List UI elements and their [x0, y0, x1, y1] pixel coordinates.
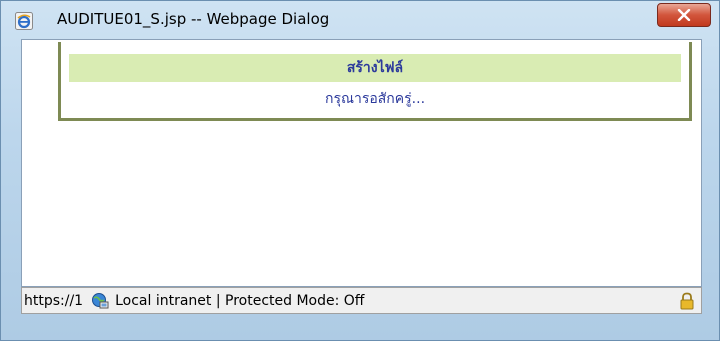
message-body: กรุณารอสักครู่... — [324, 91, 426, 107]
lock-icon[interactable] — [679, 292, 695, 310]
window-title: AUDITUE01_S.jsp -- Webpage Dialog — [57, 10, 330, 28]
dialog-window: AUDITUE01_S.jsp -- Webpage Dialog สร้างไ… — [0, 0, 720, 341]
globe-icon — [92, 292, 109, 308]
ie-icon — [15, 12, 33, 30]
title-bar[interactable]: AUDITUE01_S.jsp -- Webpage Dialog — [1, 1, 719, 39]
status-bar: https://1 Local intranet | Protected Mod… — [21, 287, 702, 314]
progress-message-box: สร้างไฟล์ กรุณารอสักครู่... — [58, 42, 692, 121]
close-button[interactable] — [657, 3, 711, 27]
message-header: สร้างไฟล์ — [69, 54, 681, 82]
close-icon — [677, 9, 691, 21]
status-url: https://1 — [24, 292, 84, 309]
security-zone: Local intranet | Protected Mode: Off — [115, 292, 365, 309]
dialog-content: สร้างไฟล์ กรุณารอสักครู่... — [21, 39, 702, 287]
